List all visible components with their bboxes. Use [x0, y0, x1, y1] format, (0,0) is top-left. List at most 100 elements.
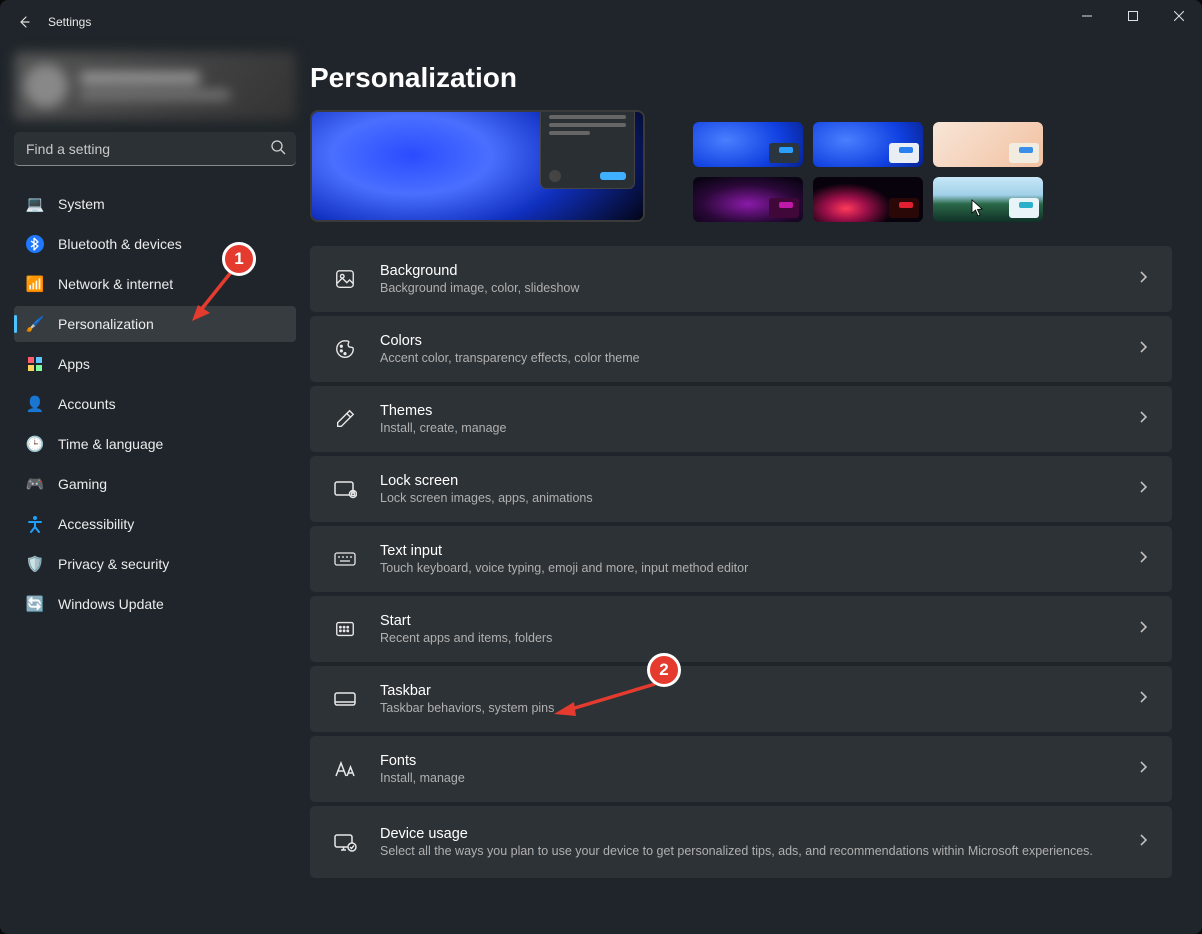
row-title: Start — [380, 613, 1124, 629]
row-subtitle: Select all the ways you plan to use your… — [380, 844, 1124, 858]
chevron-right-icon — [1136, 480, 1150, 499]
back-button[interactable] — [8, 6, 40, 38]
system-icon: 💻 — [26, 195, 44, 213]
update-icon: 🔄 — [26, 595, 44, 613]
row-title: Background — [380, 263, 1124, 279]
sidebar-item-accounts[interactable]: 👤 Accounts — [14, 386, 296, 422]
theme-thumbnails — [693, 122, 1043, 222]
row-deviceusage[interactable]: Device usage Select all the ways you plan… — [310, 806, 1172, 878]
sidebar-item-label: Privacy & security — [58, 556, 169, 572]
theme-thumb-5[interactable] — [813, 177, 923, 222]
chevron-right-icon — [1136, 620, 1150, 639]
row-title: Fonts — [380, 753, 1124, 769]
deviceusage-icon — [332, 829, 358, 855]
chevron-right-icon — [1136, 760, 1150, 779]
avatar — [24, 64, 68, 108]
sidebar-item-system[interactable]: 💻 System — [14, 186, 296, 222]
theme-preview-area — [310, 110, 1172, 222]
row-taskbar[interactable]: Taskbar Taskbar behaviors, system pins — [310, 666, 1172, 732]
row-subtitle: Recent apps and items, folders — [380, 631, 1124, 645]
search-icon — [270, 139, 286, 160]
row-start[interactable]: Start Recent apps and items, folders — [310, 596, 1172, 662]
row-fonts[interactable]: Fonts Install, manage — [310, 736, 1172, 802]
maximize-icon — [1128, 11, 1138, 21]
accounts-icon: 👤 — [26, 395, 44, 413]
row-themes[interactable]: ThemesInstall, create, manage — [310, 386, 1172, 452]
annotation-badge-1: 1 — [222, 242, 256, 276]
theme-thumb-2[interactable] — [813, 122, 923, 167]
chevron-right-icon — [1136, 410, 1150, 429]
row-subtitle: Taskbar behaviors, system pins — [380, 701, 1124, 715]
row-subtitle: Install, manage — [380, 771, 1124, 785]
titlebar: Settings — [0, 0, 1202, 44]
row-subtitle: Background image, color, slideshow — [380, 281, 1124, 295]
sidebar-item-time[interactable]: 🕒 Time & language — [14, 426, 296, 462]
row-subtitle: Install, create, manage — [380, 421, 1124, 435]
sidebar-item-network[interactable]: 📶Network & internet — [14, 266, 296, 302]
chevron-right-icon — [1136, 833, 1150, 852]
accessibility-icon — [26, 515, 44, 533]
row-lockscreen[interactable]: Lock screen Lock screen images, apps, ani… — [310, 456, 1172, 522]
current-theme-preview[interactable] — [310, 110, 645, 222]
theme-thumb-6[interactable] — [933, 177, 1043, 222]
row-title: Device usage — [380, 826, 1124, 842]
chevron-right-icon — [1136, 550, 1150, 569]
textinput-icon — [332, 546, 358, 572]
chevron-right-icon — [1136, 690, 1150, 709]
sidebar-item-update[interactable]: 🔄Windows Update — [14, 586, 296, 622]
chevron-right-icon — [1136, 270, 1150, 289]
privacy-icon: 🛡️ — [26, 555, 44, 573]
window-controls — [1064, 0, 1202, 32]
user-profile[interactable] — [14, 52, 296, 120]
row-title: Taskbar — [380, 683, 1124, 699]
sidebar-item-label: Accounts — [58, 396, 116, 412]
personalization-icon: 🖌️ — [26, 315, 44, 333]
close-icon — [1174, 11, 1184, 21]
row-background[interactable]: Background Background image, color, slide… — [310, 246, 1172, 312]
sidebar: 💻 System Bluetooth & devices 📶Network & int… — [0, 44, 310, 934]
colors-icon — [332, 336, 358, 362]
sidebar-item-label: Bluetooth & devices — [58, 236, 182, 252]
sidebar-item-label: Personalization — [58, 316, 154, 332]
sidebar-item-label: System — [58, 196, 105, 212]
back-arrow-icon — [16, 14, 32, 30]
theme-thumb-1[interactable] — [693, 122, 803, 167]
minimize-button[interactable] — [1064, 0, 1110, 32]
sidebar-item-label: Gaming — [58, 476, 107, 492]
main-content: Personalization — [310, 44, 1202, 934]
row-subtitle: Lock screen images, apps, animations — [380, 491, 1124, 505]
cursor-icon — [971, 199, 987, 219]
theme-thumb-4[interactable] — [693, 177, 803, 222]
settings-window: Settings — [0, 0, 1202, 934]
start-icon — [332, 616, 358, 642]
network-icon: 📶 — [26, 275, 44, 293]
sidebar-item-personalization[interactable]: 🖌️ Personalization — [14, 306, 296, 342]
maximize-button[interactable] — [1110, 0, 1156, 32]
themes-icon — [332, 406, 358, 432]
search-container — [14, 132, 296, 166]
sidebar-item-privacy[interactable]: 🛡️ Privacy & security — [14, 546, 296, 582]
sidebar-item-accessibility[interactable]: Accessibility — [14, 506, 296, 542]
theme-thumb-3[interactable] — [933, 122, 1043, 167]
row-textinput[interactable]: Text inputTouch keyboard, voice typing, … — [310, 526, 1172, 592]
sidebar-item-label: Time & language — [58, 436, 163, 452]
window-title: Settings — [48, 15, 91, 29]
page-title: Personalization — [310, 62, 1172, 94]
settings-row-list: Background Background image, color, slide… — [310, 246, 1172, 878]
annotation-badge-2: 2 — [647, 653, 681, 687]
chevron-right-icon — [1136, 340, 1150, 359]
time-icon: 🕒 — [26, 435, 44, 453]
sidebar-item-gaming[interactable]: 🎮Gaming — [14, 466, 296, 502]
sidebar-item-label: Apps — [58, 356, 90, 372]
taskbar-icon — [332, 686, 358, 712]
fonts-icon — [332, 756, 358, 782]
close-button[interactable] — [1156, 0, 1202, 32]
row-colors[interactable]: Colors Accent color, transparency effects… — [310, 316, 1172, 382]
row-title: Colors — [380, 333, 1124, 349]
bluetooth-icon — [26, 235, 44, 253]
row-subtitle: Accent color, transparency effects, colo… — [380, 351, 1124, 365]
row-title: Lock screen — [380, 473, 1124, 489]
sidebar-item-apps[interactable]: Apps — [14, 346, 296, 382]
search-input[interactable] — [14, 132, 296, 166]
lockscreen-icon — [332, 476, 358, 502]
